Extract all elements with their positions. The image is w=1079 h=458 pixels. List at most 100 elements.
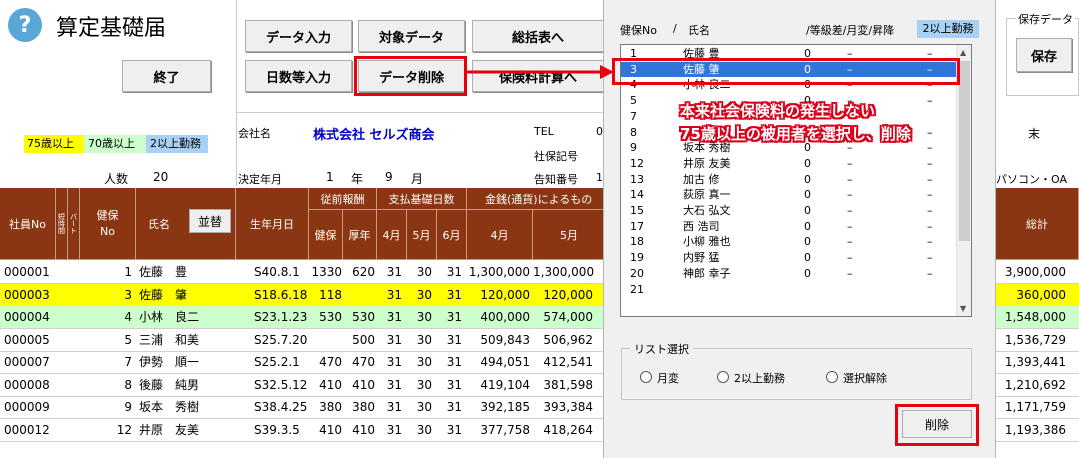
list-item[interactable]: 21 (621, 282, 956, 298)
cell-kenpo-no: 8 (124, 377, 132, 392)
legend-70: 70歳以上 (84, 135, 146, 153)
dlg-col-multi: 2以上勤務 (917, 20, 979, 38)
list-item-a: 0 (804, 204, 811, 217)
scroll-down-icon[interactable]: ▼ (960, 304, 966, 313)
dlg-col-no: 健保No (620, 24, 657, 37)
cell-pay-m4: 377,758 (480, 422, 530, 437)
cell-day-m6: 31 (446, 310, 462, 324)
list-item[interactable]: 14 荻原 真一 0 – – (621, 187, 956, 203)
cell-name: 佐藤 豊 (139, 265, 188, 279)
cell-pay-m5: 393,384 (543, 400, 593, 414)
list-item[interactable]: 12 井原 友美 0 – – (621, 156, 956, 172)
list-item-b: – (847, 156, 853, 170)
cell-birth: S40.8.1 (254, 265, 300, 279)
cell-kenpo-no: 9 (124, 400, 132, 414)
cell-total: 1,536,729 (1004, 332, 1066, 347)
cell-kenpo-no: 1 (124, 265, 132, 279)
notice-value: 1 (596, 171, 603, 184)
col-flag1: 短時間 (56, 188, 68, 260)
cell-birth: S25.2.1 (254, 355, 300, 369)
year-unit: 年 (351, 172, 364, 186)
col-emp-no: 社員No (0, 188, 56, 260)
list-item-b: – (847, 266, 853, 280)
radio-monthly[interactable] (640, 371, 652, 383)
list-item-c: – (927, 204, 933, 217)
cell-pay-m5: 120,000 (543, 287, 593, 302)
delete-highlight-frame (354, 56, 467, 96)
list-item-no: 17 (630, 219, 644, 233)
list-item-c: – (927, 94, 933, 108)
list-item-c: – (927, 125, 933, 139)
cell-day-m6: 31 (446, 377, 462, 392)
list-item[interactable]: 20 神郎 幸子 0 – – (621, 266, 956, 282)
cell-emp-no: 000012 (4, 422, 50, 437)
list-item-a: 0 (804, 156, 811, 170)
cell-day-m5: 30 (416, 400, 432, 414)
scroll-up-icon[interactable]: ▲ (960, 48, 966, 57)
cell-pay-m4: 400,000 (480, 310, 530, 324)
cell-kounen: 620 (352, 265, 375, 279)
list-item[interactable]: 18 小柳 雅也 0 – – (621, 234, 956, 250)
summary-button[interactable]: 総括表へ (472, 20, 604, 52)
list-item-c: – (927, 219, 933, 233)
cell-birth: S23.1.23 (254, 310, 308, 324)
col-prev-pay: 従前報酬 (309, 188, 377, 210)
end-button[interactable]: 終了 (122, 60, 211, 92)
radio-multi[interactable] (717, 371, 729, 383)
cell-kenpo-no: 3 (124, 287, 132, 302)
list-item-a: 0 (804, 219, 811, 233)
cell-pay-m4: 120,000 (480, 287, 530, 302)
end-char: 末 (1028, 127, 1041, 141)
scroll-thumb[interactable] (959, 61, 970, 241)
cell-day-m5: 30 (416, 377, 432, 392)
cell-emp-no: 000005 (4, 332, 50, 347)
cell-name: 坂本 秀樹 (139, 400, 200, 414)
list-item-name: 西 浩司 (683, 219, 720, 233)
radio-monthly-label: 月変 (657, 372, 679, 385)
list-item-a: 0 (804, 188, 811, 202)
save-button[interactable]: 保存 (1016, 38, 1072, 72)
cell-day-m4: 31 (386, 422, 402, 437)
radio-clear[interactable] (826, 371, 838, 383)
list-item[interactable]: 15 大石 弘文 0 – – (621, 203, 956, 219)
list-item-c: – (927, 172, 933, 186)
list-select-label: リスト選択 (630, 341, 693, 357)
cell-total: 1,193,386 (1004, 422, 1066, 437)
list-item[interactable]: 17 西 浩司 0 – – (621, 219, 956, 235)
list-item[interactable]: 19 内野 猛 0 – – (621, 250, 956, 266)
cell-birth: S32.5.12 (254, 377, 308, 392)
cell-emp-no: 000003 (4, 287, 50, 302)
decision-year: 1 (326, 170, 334, 184)
cell-pay-m4: 494,051 (480, 355, 530, 369)
cell-day-m5: 30 (416, 287, 432, 302)
list-item-c: – (927, 251, 933, 265)
radio-multi-label: 2以上勤務 (734, 372, 785, 385)
list-item-name: 神郎 幸子 (683, 266, 731, 280)
days-input-button[interactable]: 日数等入力 (245, 60, 352, 92)
annotation-line2: 75歳以上の被用者を選択し、削除 (680, 125, 911, 143)
col-kenpo-no: 健保 No (80, 188, 136, 260)
list-item-a: 0 (804, 266, 811, 280)
cell-birth: S18.6.18 (254, 287, 308, 302)
tel-value: 0 (596, 125, 603, 138)
cell-kounen: 410 (352, 422, 375, 437)
cell-day-m4: 31 (386, 287, 402, 302)
cell-name: 伊勢 順一 (139, 355, 200, 369)
col-day-m6: 6月 (437, 210, 467, 260)
sort-button[interactable]: 並替 (189, 209, 231, 233)
cell-kenpo-no: 7 (124, 355, 132, 369)
data-input-button[interactable]: データ入力 (245, 20, 352, 52)
list-item-c: – (927, 235, 933, 249)
col-kounen: 厚年 (343, 210, 377, 260)
help-icon[interactable]: ? (8, 8, 42, 42)
listbox-scrollbar[interactable]: ▲ ▼ (956, 45, 971, 316)
cell-kenpo: 530 (319, 310, 342, 324)
cell-total: 1,171,759 (1004, 400, 1066, 414)
cell-emp-no: 000008 (4, 377, 50, 392)
cell-total: 1,393,441 (1004, 355, 1066, 369)
target-data-button[interactable]: 対象データ (358, 20, 465, 52)
list-item[interactable]: 13 加古 修 0 – – (621, 172, 956, 188)
cell-day-m6: 31 (446, 265, 462, 279)
cell-kenpo: 410 (319, 377, 342, 392)
annotation-line1: 本来社会保険料の発生しない (680, 102, 876, 120)
